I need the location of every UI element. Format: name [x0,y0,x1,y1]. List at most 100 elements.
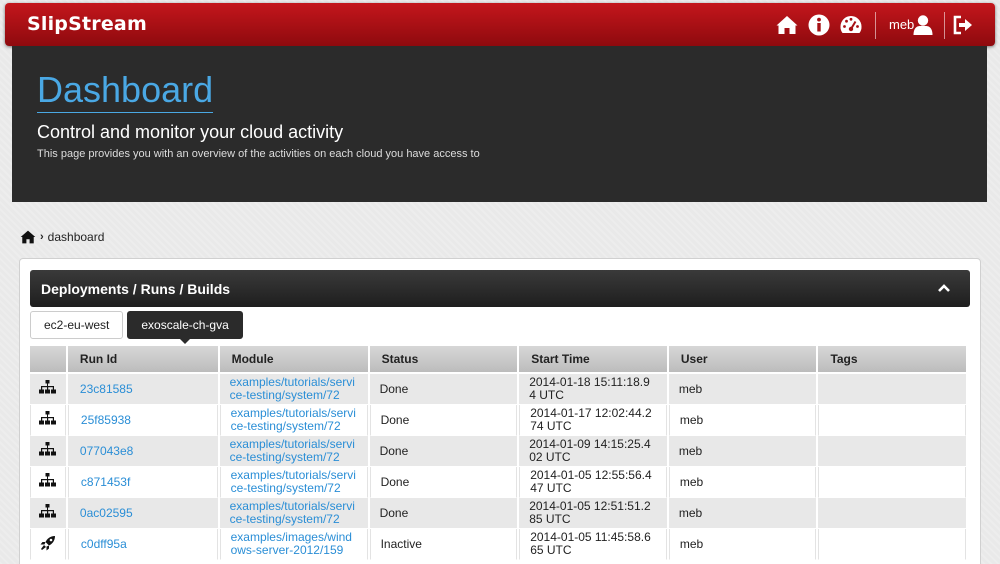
start-time-cell: 2014-01-09 14:15:25.4 02 UTC [519,436,667,467]
deployment-icon [39,473,57,491]
start-time-line-1: 2014-01-05 12:55:56.4 [530,468,652,482]
home-icon[interactable] [775,13,799,37]
row-type-cell [30,405,66,436]
row-type-cell [30,498,66,529]
table-row: c0dff95a examples/images/wind ows-server-2… [30,529,966,560]
column-header-status[interactable]: Status [369,346,518,374]
run-id-link[interactable]: 0ac02595 [80,506,133,520]
tags-cell [818,405,966,436]
module-cell: examples/tutorials/servi ce-testing/syste… [219,405,368,436]
module-link[interactable]: examples/tutorials/servi ce-testing/syste… [230,499,355,526]
column-header-type [30,346,66,374]
user-cell: meb [668,467,817,498]
column-header-run-id[interactable]: Run Id [67,346,218,374]
start-time-cell: 2014-01-17 12:02:44.2 74 UTC [519,405,667,436]
status-cell: Done [369,405,518,436]
user-cell: meb [668,498,817,529]
start-time-line-1: 2014-01-17 12:02:44.2 [530,406,652,420]
table-row: 077043e8 examples/tutorials/servi ce-testi… [30,436,966,467]
module-line-2[interactable]: ce-testing/system/72 [231,419,341,433]
start-time-line-1: 2014-01-09 14:15:25.4 [529,437,651,451]
panel-header[interactable]: Deployments / Runs / Builds [30,270,970,307]
home-icon[interactable] [20,230,36,244]
chevron-right-icon: › [40,231,44,243]
run-id-cell: 25f85938 [67,405,218,436]
page-title: Dashboard [37,70,214,113]
run-id-link[interactable]: c871453f [81,475,130,489]
deployment-icon [39,504,57,522]
table-row: c871453f examples/tutorials/servi ce-testi… [30,467,966,498]
row-type-cell [30,467,66,498]
start-time-line-2: 74 UTC [530,419,572,433]
tab-exoscale-ch-gva[interactable]: exoscale-ch-gva [127,311,243,344]
column-header-user[interactable]: User [668,346,817,374]
user-cell: meb [668,436,817,467]
run-id-cell: 077043e8 [67,436,218,467]
start-time-cell: 2014-01-05 12:51:51.2 85 UTC [519,498,667,529]
start-time-cell: 2014-01-05 12:55:56.4 47 UTC [519,467,667,498]
start-time-line-1: 2014-01-18 15:11:18.9 [529,375,650,389]
status-cell: Done [369,498,518,529]
module-line-1[interactable]: examples/tutorials/servi [231,406,356,420]
start-time-cell: 2014-01-18 15:11:18.9 4 UTC [519,374,667,405]
column-header-tags[interactable]: Tags [818,346,966,374]
module-line-2[interactable]: ce-testing/system/72 [230,388,340,402]
page-description: This page provides you with an overview … [37,148,480,160]
panel-title: Deployments / Runs / Builds [41,281,231,297]
row-type-cell [30,374,66,405]
user-icon[interactable] [911,13,935,37]
module-cell: examples/images/wind ows-server-2012/159 [219,529,368,560]
start-time-line-1: 2014-01-05 12:51:51.2 [529,499,651,513]
module-line-1[interactable]: examples/tutorials/servi [230,499,355,513]
tags-cell [818,529,966,560]
tags-cell [818,436,966,467]
module-line-1[interactable]: examples/tutorials/servi [230,437,355,451]
logout-icon[interactable] [951,13,975,37]
module-cell: examples/tutorials/servi ce-testing/syste… [219,374,368,405]
module-link[interactable]: examples/tutorials/servi ce-testing/syste… [230,375,355,402]
dashboard-gauge-icon[interactable] [839,13,863,37]
table-header-row: Run Id Module Status Start Time User Tag… [30,346,966,374]
brand-logo[interactable]: SlipStream [27,13,147,35]
start-time-line-2: 4 UTC [529,388,564,402]
navbar-divider [944,12,945,39]
run-id-link[interactable]: 23c81585 [80,382,133,396]
start-time-line-1: 2014-01-05 11:45:58.6 [530,530,651,544]
start-time-line-2: 47 UTC [530,481,572,495]
module-line-2[interactable]: ows-server-2012/159 [231,543,344,557]
runs-panel: Deployments / Runs / Builds ec2-eu-west … [19,258,981,564]
module-line-1[interactable]: examples/tutorials/servi [230,375,355,389]
run-id-link[interactable]: 25f85938 [81,413,131,427]
run-id-cell: c871453f [67,467,218,498]
row-type-cell [30,436,66,467]
run-id-link[interactable]: c0dff95a [81,537,127,551]
chevron-up-icon[interactable] [936,280,952,296]
row-type-cell [30,529,66,560]
user-cell: meb [668,374,817,405]
start-time-cell: 2014-01-05 11:45:58.6 65 UTC [519,529,667,560]
column-header-start-time[interactable]: Start Time [519,346,667,374]
run-id-link[interactable]: 077043e8 [80,444,133,458]
module-line-1[interactable]: examples/images/wind [231,530,352,544]
navbar-divider [875,12,876,39]
column-header-module[interactable]: Module [219,346,368,374]
module-line-1[interactable]: examples/tutorials/servi [231,468,356,482]
user-cell: meb [668,529,817,560]
module-cell: examples/tutorials/servi ce-testing/syste… [219,436,368,467]
info-icon[interactable] [807,13,831,37]
tab-ec2-eu-west[interactable]: ec2-eu-west [30,311,124,339]
module-line-2[interactable]: ce-testing/system/72 [230,450,340,464]
status-cell: Done [369,436,518,467]
runs-table: Run Id Module Status Start Time User Tag… [28,346,968,560]
user-cell: meb [668,405,817,436]
module-link[interactable]: examples/images/wind ows-server-2012/159 [231,530,352,557]
module-cell: examples/tutorials/servi ce-testing/syste… [219,498,368,529]
module-link[interactable]: examples/tutorials/servi ce-testing/syste… [230,437,355,464]
module-line-2[interactable]: ce-testing/system/72 [231,481,341,495]
table-row: 23c81585 examples/tutorials/servi ce-testi… [30,374,966,405]
module-line-2[interactable]: ce-testing/system/72 [230,512,340,526]
module-link[interactable]: examples/tutorials/servi ce-testing/syste… [231,406,356,433]
status-cell: Inactive [369,529,518,560]
table-row: 25f85938 examples/tutorials/servi ce-testi… [30,405,966,436]
module-link[interactable]: examples/tutorials/servi ce-testing/syste… [231,468,356,495]
